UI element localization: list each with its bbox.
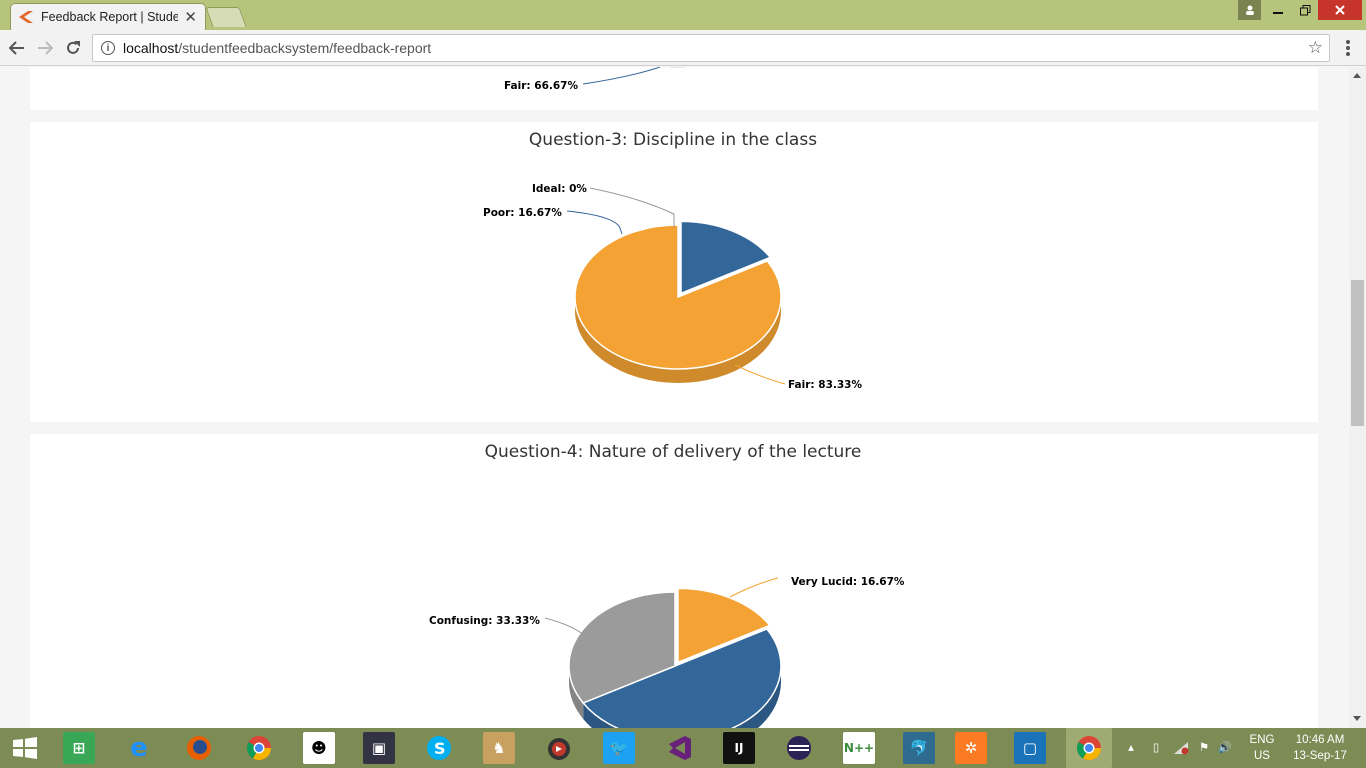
lang-text: ENG: [1249, 734, 1275, 746]
tab-title: Feedback Report | Stude: [41, 10, 179, 24]
label-connector: [734, 364, 786, 385]
user-profile-icon[interactable]: [1238, 0, 1261, 20]
skype-icon[interactable]: S: [423, 732, 455, 764]
tray-overflow-icon[interactable]: ▴: [1124, 728, 1138, 768]
browser-titlebar: Feedback Report | Stude ✕: [0, 0, 1366, 30]
intellij-icon[interactable]: IJ: [723, 732, 755, 764]
url-host: localhost: [123, 40, 179, 56]
browser-menu-icon[interactable]: [1341, 38, 1355, 58]
network-icon[interactable]: [1170, 728, 1192, 768]
browser-toolbar: i localhost /studentfeedbacksystem/feedb…: [0, 30, 1366, 66]
pie-chart-q4[interactable]: Very Lucid: 16.67%Just Clear: 50%Confusi…: [30, 434, 1318, 728]
data-label: Poor: 16.67%: [483, 207, 562, 219]
chart-panel-q3: Question-3: Discipline in the class Idea…: [30, 122, 1318, 422]
twitter-icon[interactable]: 🐦: [603, 732, 635, 764]
app-icon[interactable]: ☻: [303, 732, 335, 764]
visual-studio-icon[interactable]: [663, 732, 695, 764]
eclipse-icon[interactable]: [783, 732, 815, 764]
bookmark-star-icon[interactable]: ☆: [1308, 38, 1323, 58]
mysql-icon[interactable]: 🐬: [903, 732, 935, 764]
chart-panel-q4: Question-4: Nature of delivery of the le…: [30, 434, 1318, 728]
xampp-icon[interactable]: ✲: [955, 732, 987, 764]
code-icon[interactable]: ▢: [1014, 732, 1046, 764]
chart-panel-previous: Fair: 66.67%: [30, 67, 1318, 110]
restore-button[interactable]: [1292, 0, 1318, 20]
photo-icon[interactable]: ▣: [363, 732, 395, 764]
clock-date: 13-Sep-17: [1293, 750, 1347, 762]
battery-icon[interactable]: ▯: [1146, 728, 1166, 768]
back-icon[interactable]: [6, 37, 28, 59]
pie-chart-q3[interactable]: Ideal: 0% Poor: 16.67% Fair: 83.33%: [30, 122, 1318, 422]
media-icon[interactable]: [543, 732, 575, 764]
minimize-button[interactable]: [1265, 0, 1291, 20]
internet-explorer-icon[interactable]: e: [123, 732, 155, 764]
forward-icon[interactable]: [34, 37, 56, 59]
chrome-active-icon[interactable]: [1066, 728, 1112, 768]
site-favicon-icon: [19, 11, 33, 23]
data-label: Very Lucid: 16.67%: [791, 576, 905, 588]
fair-label: Fair: 66.67%: [504, 80, 578, 92]
chrome-icon[interactable]: [243, 732, 275, 764]
url-path: /studentfeedbacksystem/feedback-report: [178, 40, 432, 56]
volume-icon[interactable]: 🔊: [1216, 728, 1234, 768]
page-scrollbar[interactable]: [1349, 67, 1366, 728]
label-connector: [729, 577, 779, 598]
close-window-button[interactable]: [1318, 0, 1362, 20]
flag-icon[interactable]: ⚑: [1196, 728, 1212, 768]
firefox-icon[interactable]: [183, 732, 215, 764]
browser-tab[interactable]: Feedback Report | Stude ✕: [10, 3, 206, 30]
region-text: US: [1254, 750, 1270, 762]
tab-close-icon[interactable]: ✕: [184, 8, 197, 26]
page-viewport: Fair: 66.67% Question-3: Discipline in t…: [0, 67, 1349, 728]
game-icon[interactable]: ♞: [483, 732, 515, 764]
windows-taskbar: ⊞ e ☻ ▣ S ♞ 🐦 IJ N++ 🐬 ✲ ▢ ▴ ▯ ⚑ 🔊 ENG U…: [0, 728, 1366, 768]
address-bar[interactable]: i localhost /studentfeedbacksystem/feedb…: [92, 34, 1330, 62]
start-icon[interactable]: [9, 732, 41, 764]
reload-icon[interactable]: [62, 37, 84, 59]
site-info-icon[interactable]: i: [101, 41, 115, 55]
new-tab-button[interactable]: [205, 7, 247, 27]
svg-text:S: S: [434, 739, 446, 758]
scroll-down-icon[interactable]: [1353, 716, 1361, 721]
data-label: Fair: 83.33%: [788, 379, 862, 391]
data-label: Confusing: 33.33%: [429, 615, 540, 627]
language-indicator[interactable]: ENG US: [1244, 728, 1280, 768]
label-connector: [589, 187, 675, 227]
notepad-plus-icon[interactable]: N++: [843, 732, 875, 764]
data-label: Ideal: 0%: [532, 183, 587, 195]
label-connector: [566, 210, 623, 235]
scrollbar-thumb[interactable]: [1351, 280, 1364, 426]
store-icon[interactable]: ⊞: [63, 732, 95, 764]
scroll-up-icon[interactable]: [1353, 73, 1361, 78]
clock[interactable]: 10:46 AM 13-Sep-17: [1288, 728, 1352, 768]
previous-chart-fragment: Fair: 66.67%: [504, 67, 685, 92]
clock-time: 10:46 AM: [1295, 734, 1345, 746]
